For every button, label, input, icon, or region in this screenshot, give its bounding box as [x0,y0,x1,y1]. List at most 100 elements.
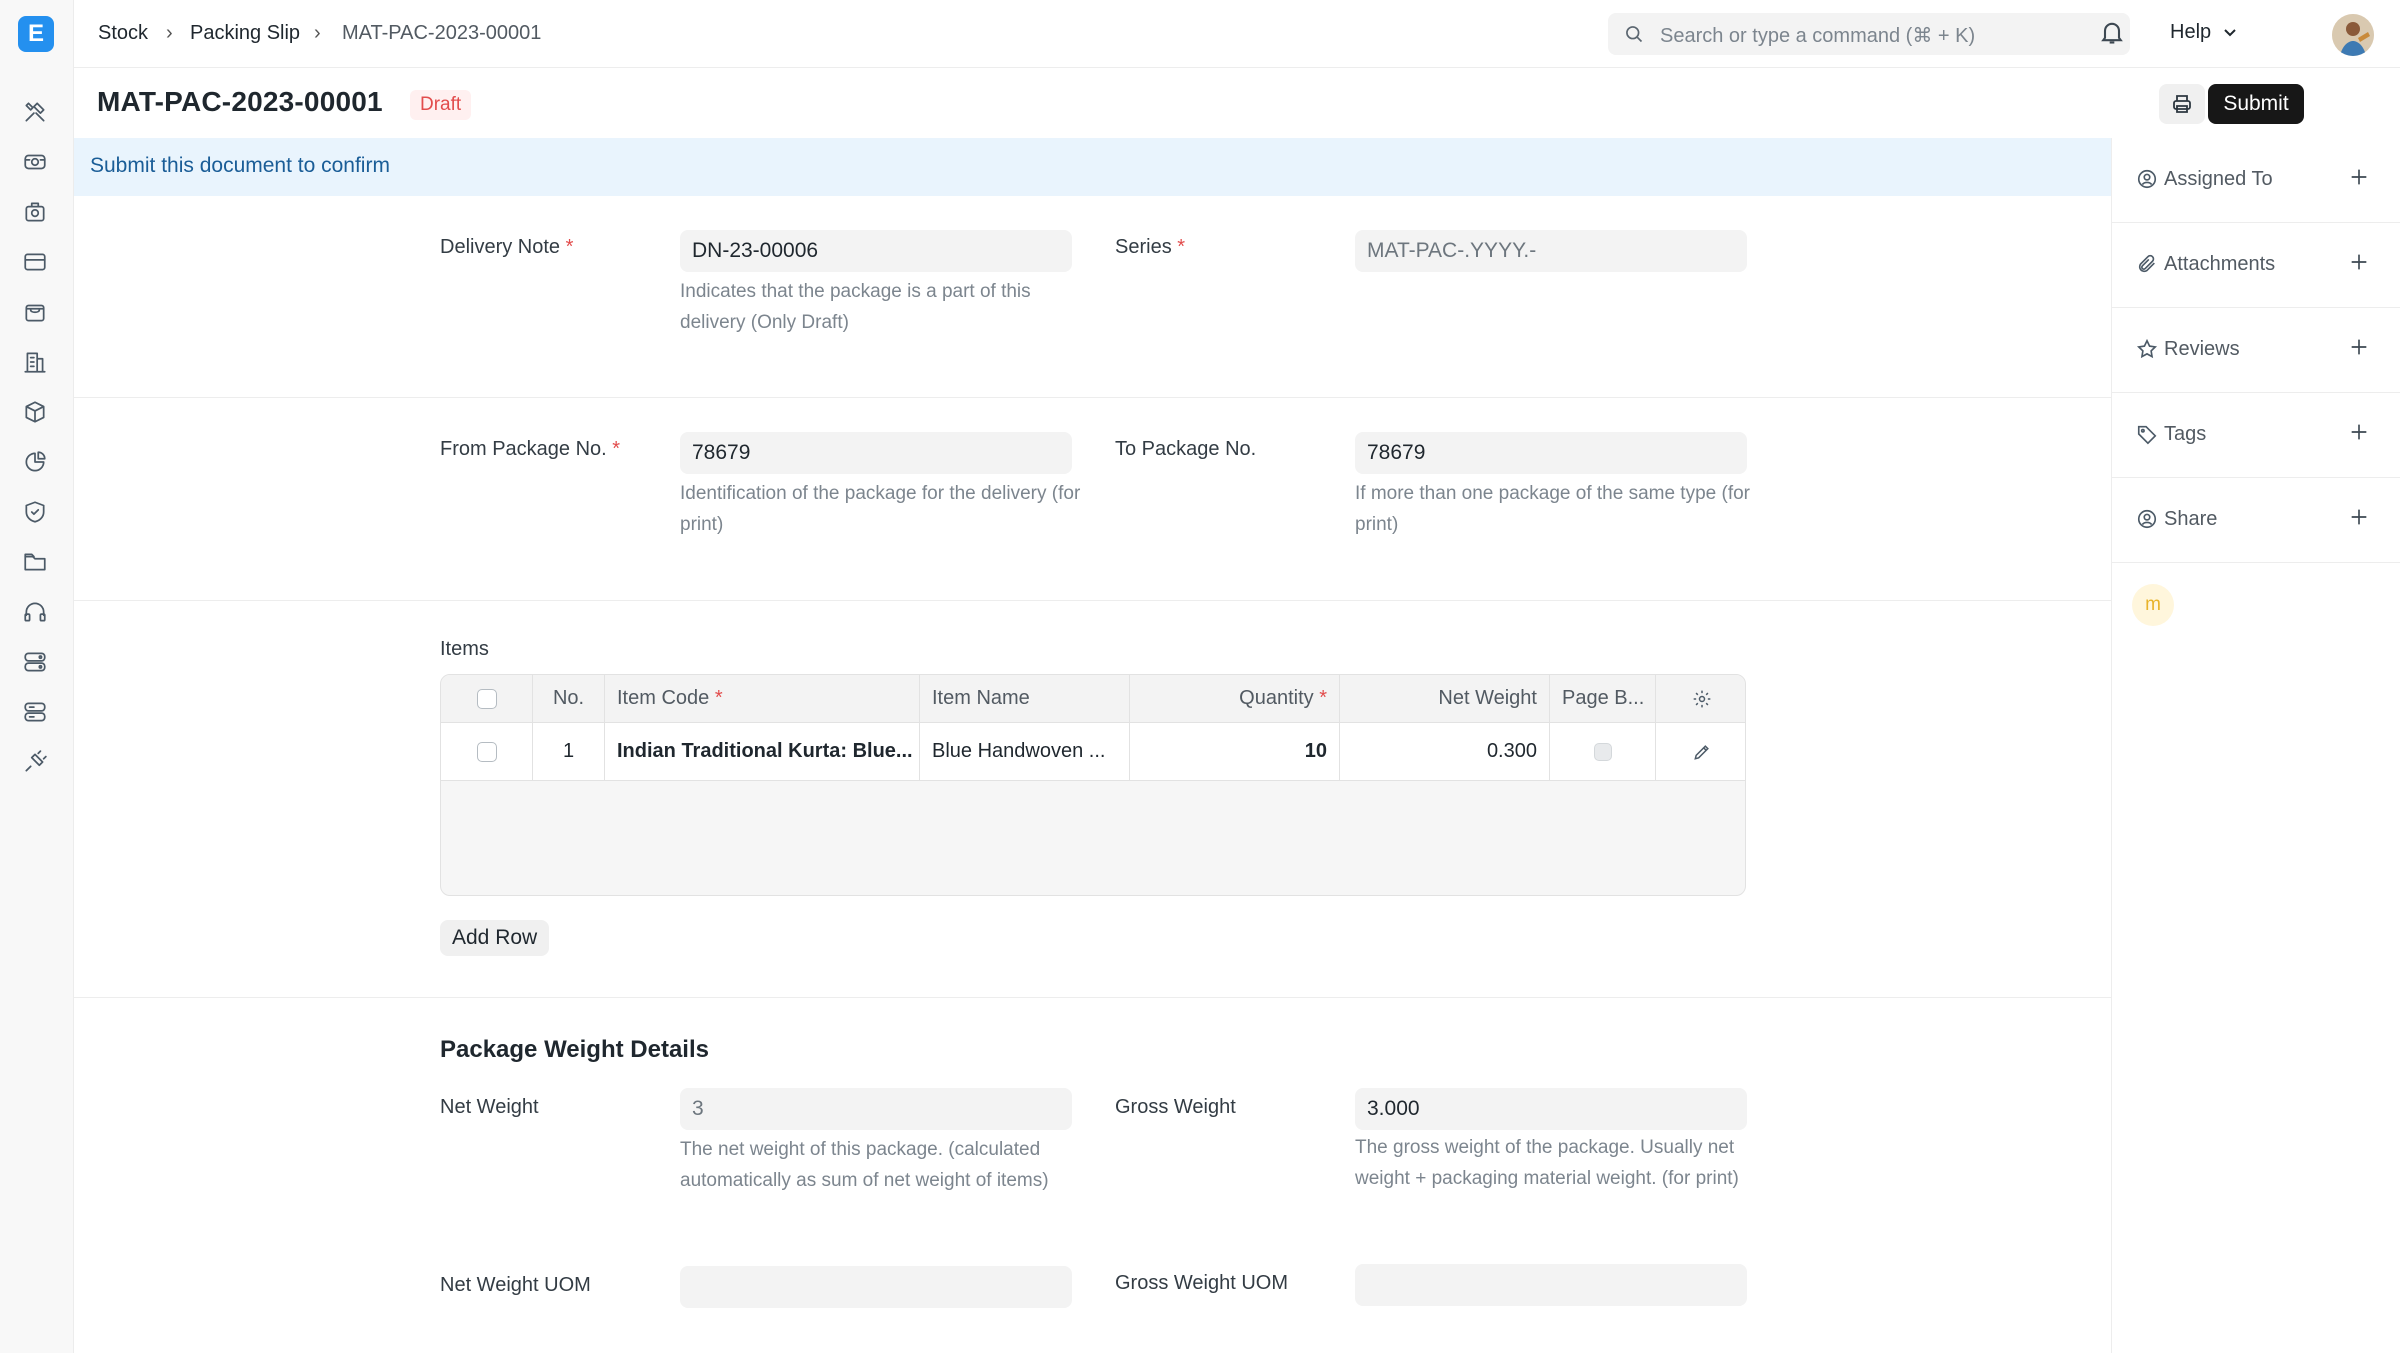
submit-button[interactable]: Submit [2208,84,2304,124]
series-field[interactable]: MAT-PAC-.YYYY.- [1355,230,1747,272]
folder-icon[interactable] [21,548,49,576]
net-weight-uom-field[interactable] [680,1266,1072,1308]
chevron-down-icon[interactable] [2222,24,2238,40]
user-avatar[interactable] [2332,14,2374,56]
edit-row-icon[interactable] [1656,723,1745,780]
delivery-note-label: Delivery Note * [440,236,574,258]
sidebar-item-attachments[interactable]: Attachments [2112,223,2400,308]
row-item-code[interactable]: Indian Traditional Kurta: Blue... [605,723,920,780]
share-icon [2136,508,2158,530]
plug-icon[interactable] [21,748,49,776]
column-header-item-code: Item Code * [605,675,920,722]
from-package-field[interactable]: 78679 [680,432,1072,474]
notification-bell-icon[interactable] [2098,18,2128,48]
breadcrumb-separator-icon: › [314,22,321,44]
gross-weight-uom-label: Gross Weight UOM [1115,1272,1288,1294]
from-package-help: Identification of the package for the de… [680,483,1081,535]
gross-weight-uom-field[interactable] [1355,1264,1747,1306]
sidebar-item-share[interactable]: Share [2112,478,2400,563]
row-net-weight[interactable]: 0.300 [1340,723,1550,780]
items-label: Items [440,638,489,660]
viewer-avatar[interactable]: m [2132,584,2174,626]
column-settings-icon[interactable] [1656,675,1745,722]
app-sidebar: E [0,0,74,1353]
add-attachment-plus-icon[interactable] [2348,251,2372,275]
gross-weight-help: The gross weight of the package. Usually… [1355,1137,1739,1189]
star-icon [2136,338,2158,360]
sidebar-item-assigned-to[interactable]: Assigned To [2112,138,2400,223]
breadcrumb-stock[interactable]: Stock [98,22,148,45]
banner-text: Submit this document to confirm [90,154,390,177]
net-weight-help: The net weight of this package. (calcula… [680,1139,1049,1191]
assign-icon [2136,168,2158,190]
add-assignee-plus-icon[interactable] [2348,166,2372,190]
sidebar-item-label: Attachments [2164,253,2276,275]
box-icon[interactable] [21,398,49,426]
sidebar-item-reviews[interactable]: Reviews [2112,308,2400,393]
bag-icon[interactable] [21,298,49,326]
row-page-break-cell [1550,723,1656,780]
search-placeholder: Search or type a command (⌘ + K) [1660,25,1976,47]
column-header-no: No. [533,675,605,722]
breadcrumb-current: MAT-PAC-2023-00001 [342,22,542,44]
column-header-quantity: Quantity * [1130,675,1340,722]
column-header-net-weight: Net Weight [1340,675,1550,722]
items-table-header: No. Item Code * Item Name Quantity * Net… [441,675,1745,723]
search-icon [1626,26,1643,43]
tools-icon[interactable] [21,98,49,126]
database-icon[interactable] [21,698,49,726]
column-header-item-name: Item Name [920,675,1130,722]
building-icon[interactable] [21,348,49,376]
net-weight-field[interactable]: 3 [680,1088,1072,1130]
sidebar-item-tags[interactable]: Tags [2112,393,2400,478]
form-body: Delivery Note * DN-23-00006 Indicates th… [74,196,2111,1353]
delivery-note-field[interactable]: DN-23-00006 [680,230,1072,272]
card-icon[interactable] [21,248,49,276]
sidebar-item-label: Share [2164,508,2218,530]
to-package-label: To Package No. [1115,438,1257,460]
add-row-button[interactable]: Add Row [440,920,550,956]
net-weight-uom-label: Net Weight UOM [440,1274,591,1296]
sidebar-item-label: Assigned To [2164,168,2273,190]
add-share-plus-icon[interactable] [2348,506,2372,530]
table-row[interactable]: 1 Indian Traditional Kurta: Blue... Blue… [441,723,1745,781]
row-quantity[interactable]: 10 [1130,723,1340,780]
help-menu[interactable]: Help [2170,21,2211,44]
column-header-page-break: Page B... [1550,675,1656,722]
shield-icon[interactable] [21,498,49,526]
add-tag-plus-icon[interactable] [2348,421,2372,445]
server-icon[interactable] [21,648,49,676]
to-package-help: If more than one package of the same typ… [1355,483,1751,535]
delivery-note-help: Indicates that the package is a part of … [680,281,1031,333]
tag-icon [2136,423,2158,445]
paperclip-icon [2136,253,2158,275]
app-logo[interactable]: E [18,16,54,52]
row-checkbox[interactable] [476,741,497,762]
gross-weight-label: Gross Weight [1115,1096,1236,1118]
print-button[interactable] [2159,84,2205,124]
select-all-checkbox[interactable] [476,688,497,709]
sidebar-item-label: Reviews [2164,338,2240,360]
gross-weight-field[interactable]: 3.000 [1355,1088,1747,1130]
series-label: Series * [1115,236,1186,258]
row-page-break-checkbox[interactable] [1593,742,1612,761]
weight-section-title: Package Weight Details [440,1036,709,1063]
headset-icon[interactable] [21,598,49,626]
status-badge: Draft [410,90,472,120]
row-item-name[interactable]: Blue Handwoven ... [920,723,1130,780]
printer-icon [2173,95,2191,113]
page-title: MAT-PAC-2023-00001 [97,86,383,117]
projector-icon[interactable] [21,148,49,176]
section-divider [74,397,2111,398]
page-header: MAT-PAC-2023-00001 Draft Submit [74,68,2400,138]
select-all-cell [441,675,533,722]
row-number: 1 [533,723,605,780]
net-weight-label: Net Weight [440,1096,539,1118]
add-review-plus-icon[interactable] [2348,336,2372,360]
camera-icon[interactable] [21,198,49,226]
search-input[interactable]: Search or type a command (⌘ + K) [1608,13,2130,55]
breadcrumb-packing-slip[interactable]: Packing Slip [190,22,300,45]
to-package-field[interactable]: 78679 [1355,432,1747,474]
row-select-cell [441,723,533,780]
pie-chart-icon[interactable] [21,448,49,476]
